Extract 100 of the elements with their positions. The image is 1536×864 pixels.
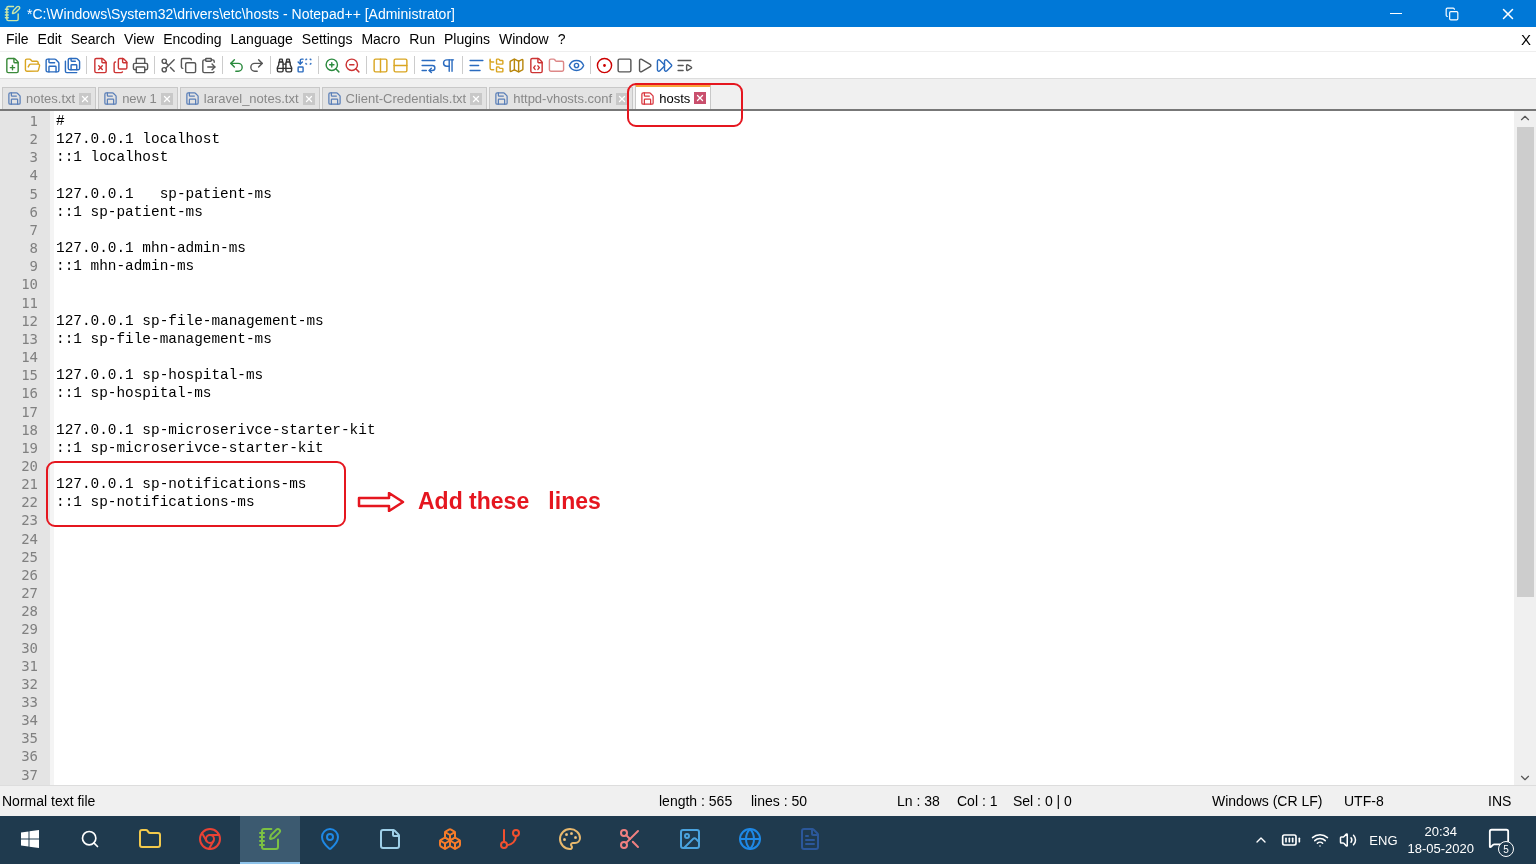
- line-number: 10: [20, 276, 39, 295]
- line-number: 12: [20, 312, 39, 331]
- undo-icon[interactable]: [228, 56, 245, 74]
- map-pin-icon: [318, 827, 342, 851]
- line-number: 29: [20, 621, 39, 640]
- line-number: 8: [28, 240, 39, 259]
- volume-icon[interactable]: [1339, 831, 1358, 849]
- menu-item[interactable]: Settings: [297, 31, 358, 47]
- code-line: ::1 sp-file-management-ms: [56, 330, 272, 349]
- line-number: 21: [20, 476, 39, 495]
- line-position-text: Ln : 38: [897, 793, 941, 809]
- menu-item[interactable]: Encoding: [159, 31, 227, 47]
- folder-icon[interactable]: [548, 56, 565, 74]
- git-branch-icon: [498, 827, 522, 851]
- code-line: 127.0.0.1 sp-microserivce-starter-kit: [56, 421, 376, 440]
- file-type-text: Normal text file: [2, 793, 97, 809]
- code-file-icon[interactable]: [528, 56, 545, 74]
- restore-icon: [1445, 6, 1459, 21]
- scissors-icon: [618, 827, 642, 851]
- search-icon: [80, 829, 100, 849]
- code-line: 127.0.0.1 sp-hospital-ms: [56, 367, 264, 386]
- print-icon[interactable]: [132, 56, 149, 74]
- find-icon[interactable]: [276, 56, 293, 74]
- menu-item[interactable]: Window: [494, 31, 554, 47]
- code-line: ::1 localhost: [56, 149, 169, 168]
- wifi-icon[interactable]: [1311, 831, 1330, 849]
- close-all-icon[interactable]: [112, 56, 129, 74]
- taskbar-app[interactable]: [240, 816, 300, 864]
- tab-close-icon[interactable]: [694, 92, 707, 104]
- code-line: 127.0.0.1 sp-notifications-ms: [56, 476, 307, 495]
- menu-item[interactable]: Macro: [357, 31, 406, 47]
- save-icon[interactable]: [44, 56, 61, 74]
- globe-icon: [738, 827, 762, 851]
- menu-item[interactable]: Plugins: [440, 31, 495, 47]
- tab-close-icon[interactable]: [616, 92, 629, 105]
- menu-item[interactable]: Language: [226, 31, 298, 47]
- line-number: 35: [20, 730, 39, 749]
- line-number: 7: [28, 221, 39, 240]
- line-number: 37: [20, 766, 39, 785]
- close-document-button[interactable]: X: [1521, 30, 1531, 48]
- document-tab[interactable]: hosts: [635, 83, 712, 109]
- tab-label: Client-Credentials.txt: [345, 91, 467, 106]
- redo-icon[interactable]: [248, 56, 265, 74]
- line-number: 33: [20, 694, 39, 712]
- note-icon: [378, 827, 402, 851]
- save-all-icon[interactable]: [64, 56, 81, 74]
- document-icon: [798, 827, 822, 851]
- image-icon: [678, 827, 702, 851]
- line-number: 30: [20, 639, 39, 658]
- copy-icon[interactable]: [180, 56, 197, 74]
- line-number: 9: [28, 258, 39, 277]
- line-number: 23: [20, 512, 39, 531]
- line-number: 36: [20, 748, 39, 767]
- line-number: 19: [20, 439, 39, 458]
- fast-forward-icon[interactable]: [656, 56, 673, 74]
- menu-item[interactable]: File: [2, 31, 34, 47]
- line-number: 15: [20, 367, 39, 386]
- line-number: 2: [28, 131, 39, 150]
- record-icon[interactable]: [596, 56, 613, 74]
- line-number: 22: [20, 494, 39, 513]
- map-icon[interactable]: [508, 56, 525, 74]
- menu-item[interactable]: Run: [405, 31, 440, 47]
- stop-icon[interactable]: [616, 56, 633, 74]
- line-ending-text: Windows (CR LF): [1212, 793, 1324, 809]
- tab-label: httpd-vhosts.conf: [513, 91, 613, 106]
- language-indicator[interactable]: ENG: [1369, 832, 1398, 848]
- replace-icon[interactable]: [296, 56, 313, 74]
- line-number: 34: [20, 712, 39, 731]
- pilcrow-icon[interactable]: [440, 56, 457, 74]
- code-line: #: [56, 113, 65, 131]
- cut-icon[interactable]: [160, 56, 177, 74]
- line-number: 5: [28, 185, 39, 204]
- play-icon[interactable]: [636, 56, 653, 74]
- scrollbar-thumb[interactable]: [1516, 127, 1534, 597]
- code-line: ::1 mhn-admin-ms: [56, 258, 195, 277]
- encoding-text: UTF-8: [1344, 793, 1385, 809]
- menu-item[interactable]: ?: [553, 31, 571, 47]
- menu-item[interactable]: View: [120, 31, 160, 47]
- line-number: 6: [28, 203, 39, 222]
- line-number: 14: [20, 349, 39, 368]
- line-number: 32: [20, 675, 39, 694]
- code-line: 127.0.0.1 mhn-admin-ms: [56, 240, 246, 259]
- line-number: 11: [20, 294, 39, 313]
- browser-icon: [198, 827, 222, 851]
- paste-icon[interactable]: [200, 56, 217, 74]
- insert-mode-text: INS: [1488, 793, 1512, 809]
- zoom-in-icon[interactable]: [324, 56, 341, 74]
- arrow-icon: [357, 492, 405, 512]
- line-number: 27: [20, 585, 39, 604]
- zoom-out-icon[interactable]: [344, 56, 361, 74]
- line-number: 18: [20, 421, 39, 440]
- menu-item[interactable]: Edit: [33, 31, 67, 47]
- line-number: 1: [28, 113, 39, 131]
- code-line: 127.0.0.1 sp-patient-ms: [56, 185, 272, 204]
- new-file-icon[interactable]: [4, 56, 21, 74]
- close-file-icon[interactable]: [92, 56, 109, 74]
- folder-icon: [138, 827, 162, 851]
- line-number: 26: [20, 566, 39, 585]
- notepad-icon: [258, 827, 282, 851]
- menu-item[interactable]: Search: [66, 31, 121, 47]
